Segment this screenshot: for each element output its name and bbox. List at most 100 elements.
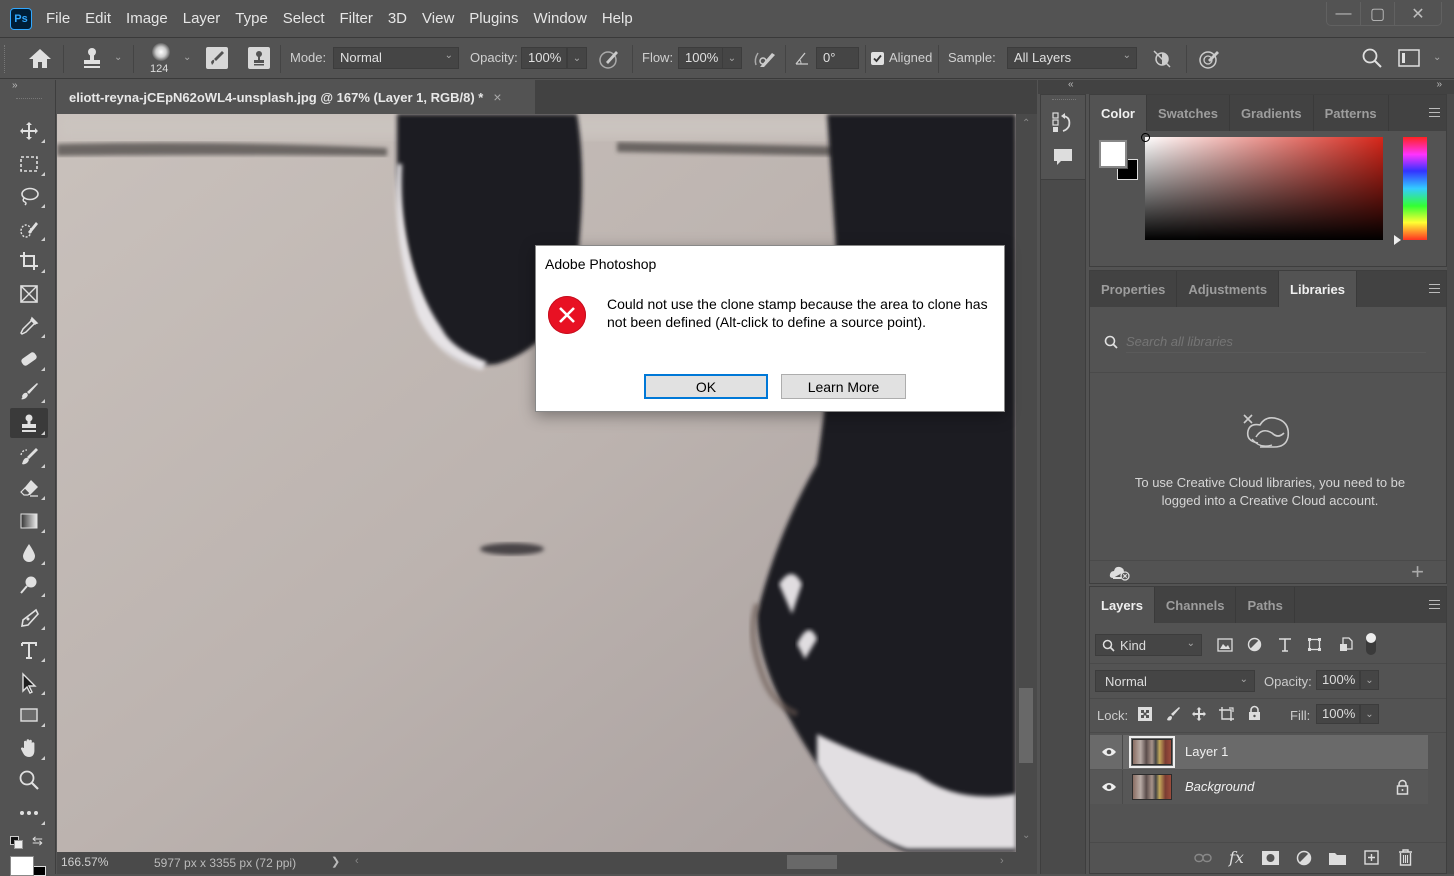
- menu-type[interactable]: Type: [235, 10, 268, 27]
- menu-edit[interactable]: Edit: [85, 10, 111, 27]
- menu-window[interactable]: Window: [533, 10, 586, 27]
- panels-scrollbar[interactable]: [1447, 94, 1454, 874]
- pen-tool[interactable]: [10, 603, 48, 633]
- lock-image-pixels-icon[interactable]: [1165, 706, 1181, 722]
- opacity-dropdown[interactable]: ⌄: [567, 47, 587, 69]
- tab-libraries[interactable]: Libraries: [1279, 271, 1357, 307]
- lock-transparent-pixels-icon[interactable]: [1138, 707, 1152, 721]
- dock-grip[interactable]: [1052, 99, 1076, 102]
- tab-patterns[interactable]: Patterns: [1314, 95, 1389, 131]
- rectangular-marquee-tool[interactable]: [10, 149, 48, 179]
- filter-pixel-icon[interactable]: [1217, 638, 1233, 652]
- brush-settings-toggle[interactable]: [206, 47, 228, 69]
- tab-paths[interactable]: Paths: [1236, 587, 1295, 623]
- ok-button[interactable]: OK: [644, 374, 768, 399]
- layer-opacity-input[interactable]: 100%: [1316, 670, 1360, 690]
- aligned-checkbox[interactable]: [871, 52, 884, 65]
- eyedropper-tool[interactable]: [10, 311, 48, 341]
- object-selection-tool[interactable]: [10, 214, 48, 244]
- clone-source-toggle[interactable]: [248, 47, 270, 69]
- menu-plugins[interactable]: Plugins: [469, 10, 518, 27]
- tab-channels[interactable]: Channels: [1155, 587, 1237, 623]
- scroll-right-icon[interactable]: ›: [1000, 855, 1004, 867]
- pressure-size-toggle[interactable]: [1197, 47, 1221, 76]
- filter-toggle[interactable]: [1366, 633, 1376, 655]
- panel-menu-icon[interactable]: [1429, 284, 1440, 293]
- history-panel-button[interactable]: [1051, 111, 1075, 140]
- swap-colors-icon[interactable]: ⇆: [32, 833, 43, 849]
- filter-adjustment-icon[interactable]: [1247, 637, 1262, 652]
- filter-shape-icon[interactable]: [1307, 637, 1322, 652]
- layer-filter-select[interactable]: Kind ⌄: [1095, 634, 1202, 656]
- scroll-up-icon[interactable]: ⌃: [1022, 118, 1030, 129]
- menu-help[interactable]: Help: [602, 10, 633, 27]
- layer-effects-icon[interactable]: fx: [1229, 848, 1244, 867]
- menu-layer[interactable]: Layer: [183, 10, 221, 27]
- lasso-tool[interactable]: [10, 181, 48, 211]
- tab-adjustments[interactable]: Adjustments: [1177, 271, 1280, 307]
- zoom-tool[interactable]: [10, 765, 48, 795]
- scroll-down-icon[interactable]: ⌄: [1022, 830, 1030, 841]
- color-picker-cursor[interactable]: [1141, 133, 1150, 142]
- maximize-button[interactable]: ▢: [1361, 2, 1395, 26]
- eraser-tool[interactable]: [10, 473, 48, 503]
- brush-preset-picker[interactable]: 124: [146, 41, 176, 77]
- layer-name[interactable]: Background: [1185, 779, 1254, 794]
- tool-preset-picker[interactable]: ⌄: [80, 46, 122, 75]
- learn-more-button[interactable]: Learn More: [781, 374, 906, 399]
- hand-tool[interactable]: [10, 733, 48, 763]
- tab-gradients[interactable]: Gradients: [1230, 95, 1314, 131]
- new-layer-icon[interactable]: [1364, 850, 1379, 865]
- default-colors-button[interactable]: [10, 836, 24, 850]
- status-menu-icon[interactable]: ❯: [331, 855, 340, 868]
- link-layers-icon[interactable]: [1194, 853, 1212, 863]
- menu-image[interactable]: Image: [126, 10, 168, 27]
- tab-layers[interactable]: Layers: [1090, 587, 1155, 623]
- menu-select[interactable]: Select: [283, 10, 325, 27]
- zoom-level[interactable]: 166.57%: [61, 855, 108, 869]
- search-button[interactable]: [1361, 47, 1383, 74]
- foreground-color-swatch[interactable]: [10, 856, 34, 876]
- collapse-panels-icon[interactable]: »: [1436, 79, 1442, 90]
- tab-color[interactable]: Color: [1090, 95, 1147, 131]
- frame-tool[interactable]: [10, 279, 48, 309]
- menu-3d[interactable]: 3D: [388, 10, 407, 27]
- panel-menu-icon[interactable]: [1429, 600, 1440, 609]
- gradient-tool[interactable]: [10, 506, 48, 536]
- scroll-left-icon[interactable]: ‹: [355, 855, 359, 867]
- lock-artboard-icon[interactable]: [1218, 706, 1235, 722]
- delete-layer-icon[interactable]: [1398, 849, 1413, 866]
- ignore-adjustment-layers-toggle[interactable]: [1151, 48, 1173, 75]
- panel-menu-icon[interactable]: [1429, 108, 1440, 117]
- menu-filter[interactable]: Filter: [340, 10, 373, 27]
- layer-opacity-dropdown[interactable]: ⌄: [1360, 670, 1379, 690]
- blend-mode-select[interactable]: Normal ⌄: [1095, 670, 1255, 692]
- options-grip[interactable]: [4, 45, 10, 73]
- horizontal-scrollbar[interactable]: ‹ ›: [347, 852, 1017, 874]
- menu-view[interactable]: View: [422, 10, 454, 27]
- fill-input[interactable]: 100%: [1316, 704, 1360, 724]
- add-library-icon[interactable]: +: [1411, 559, 1424, 585]
- library-search-input[interactable]: [1126, 331, 1426, 353]
- hue-slider-handle[interactable]: [1394, 235, 1401, 245]
- minimize-button[interactable]: —: [1327, 2, 1361, 26]
- layer-row-background[interactable]: Background: [1090, 770, 1428, 804]
- workspace-button[interactable]: [1398, 49, 1420, 72]
- filter-smart-object-icon[interactable]: [1339, 637, 1353, 652]
- edit-toolbar[interactable]: [10, 798, 48, 828]
- layer-name[interactable]: Layer 1: [1185, 744, 1228, 759]
- clone-stamp-tool[interactable]: [10, 408, 48, 438]
- type-tool[interactable]: [10, 635, 48, 665]
- document-canvas[interactable]: [57, 114, 1016, 852]
- horizontal-scroll-thumb[interactable]: [787, 855, 837, 869]
- new-group-icon[interactable]: [1329, 851, 1346, 865]
- blur-tool[interactable]: [10, 538, 48, 568]
- new-adjustment-layer-icon[interactable]: [1296, 850, 1312, 866]
- sample-select[interactable]: All Layers ⌄: [1007, 47, 1137, 69]
- lock-position-icon[interactable]: [1191, 706, 1207, 722]
- expand-toolbar-icon[interactable]: »: [12, 80, 18, 91]
- visibility-eye-icon[interactable]: [1101, 782, 1117, 792]
- rectangle-tool[interactable]: [10, 700, 48, 730]
- color-field[interactable]: [1141, 133, 1383, 240]
- vertical-scrollbar[interactable]: ⌃ ⌄: [1016, 114, 1037, 852]
